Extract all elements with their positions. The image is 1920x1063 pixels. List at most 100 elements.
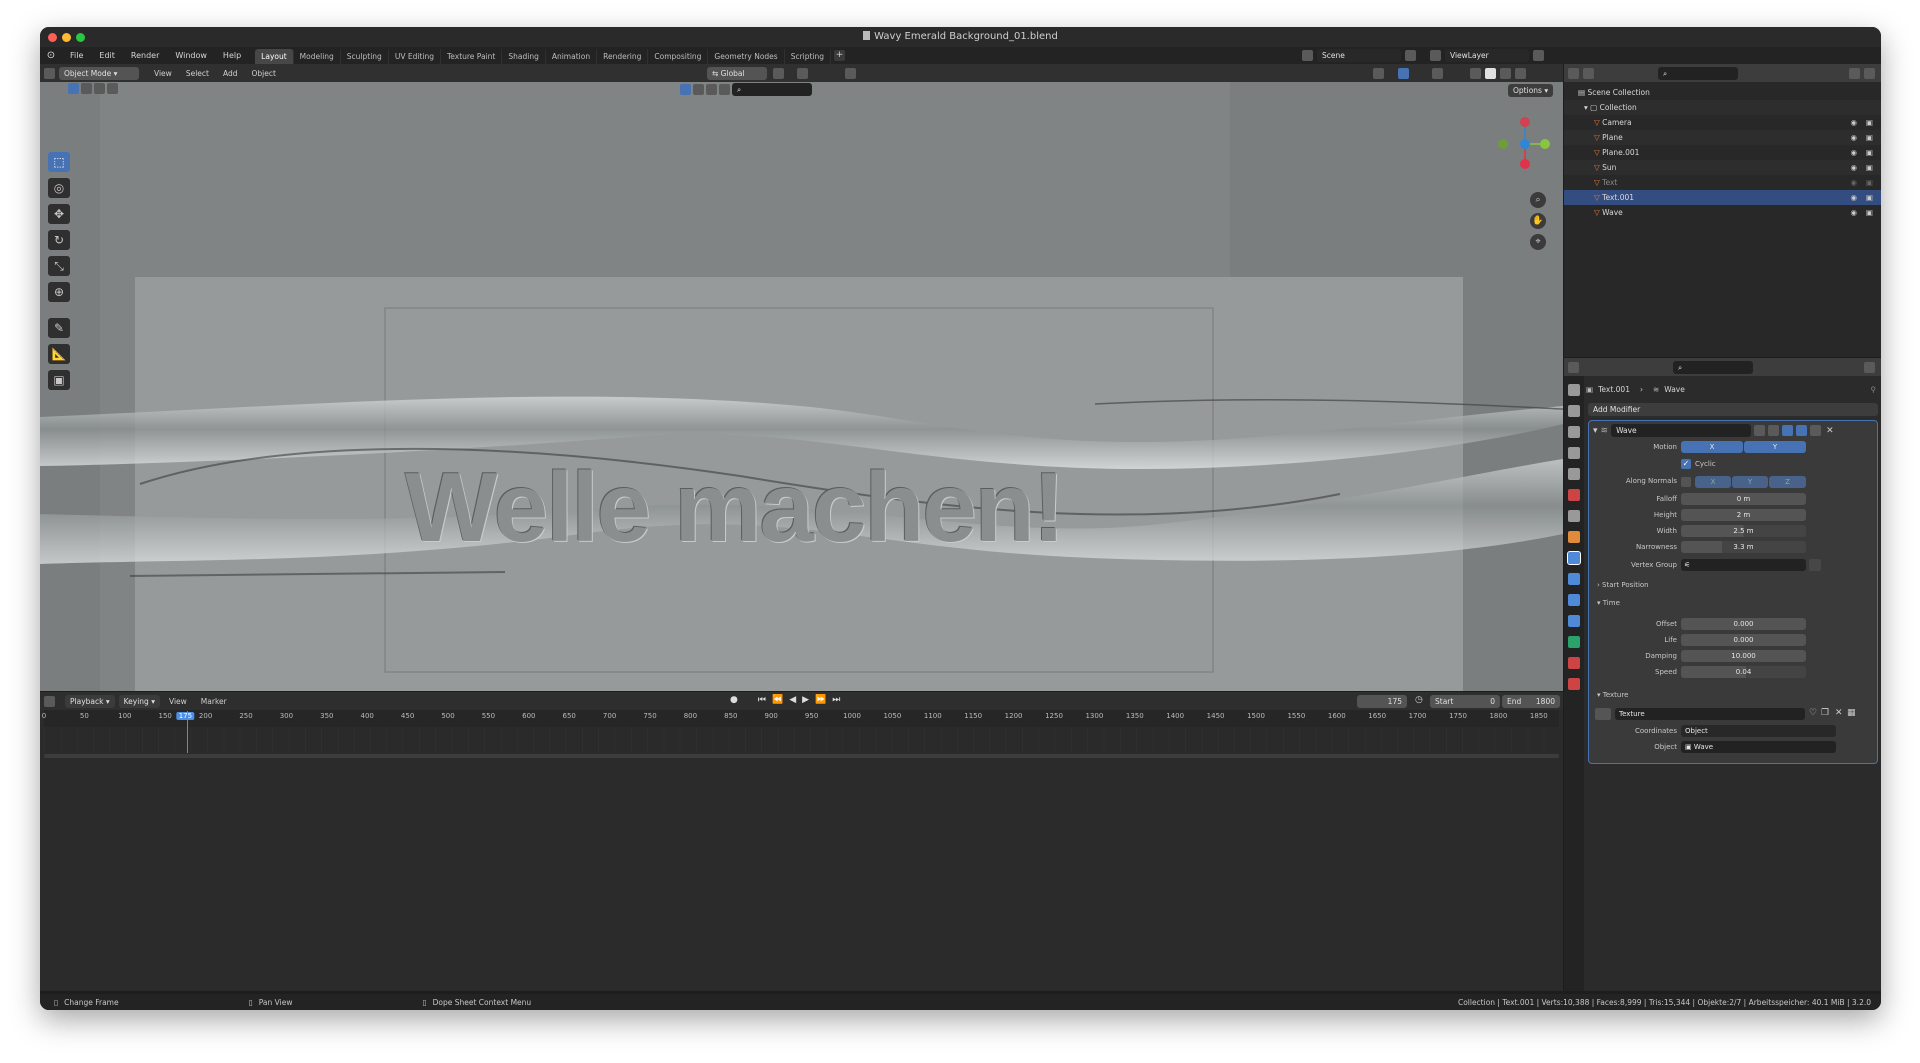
snap-icon[interactable] <box>797 68 808 79</box>
outliner-editor-icon[interactable] <box>1568 67 1579 79</box>
workspace-tab-modeling[interactable]: Modeling <box>294 49 341 64</box>
wireframe-shading-icon[interactable] <box>1470 68 1481 79</box>
display-mode-icon[interactable] <box>1583 67 1594 79</box>
show-render-icon[interactable] <box>1796 425 1808 436</box>
duplicate-texture-icon[interactable]: ❐ <box>1821 708 1829 718</box>
cyclic-checkbox[interactable]: ✓ <box>1681 459 1691 469</box>
speed-field[interactable]: 0.04 <box>1681 666 1806 678</box>
eye-icon[interactable]: ◉ <box>1850 190 1857 205</box>
modifier-tab-icon[interactable] <box>1567 551 1581 565</box>
zoom-window-button[interactable] <box>76 33 85 42</box>
workspace-tab-geometry-nodes[interactable]: Geometry Nodes <box>708 49 785 64</box>
workspace-tab-scripting[interactable]: Scripting <box>785 49 832 64</box>
viewport-menu-add[interactable]: Add <box>218 69 243 78</box>
next-keyframe-icon[interactable]: ⏩ <box>815 695 826 705</box>
outliner-item-plane-001[interactable]: ▽ Plane.001 ◉ ▣ <box>1564 145 1881 160</box>
render-camera-icon[interactable]: ▣ <box>1866 145 1873 160</box>
properties-options-icon[interactable] <box>1864 361 1875 373</box>
eye-icon[interactable]: ◉ <box>1850 160 1857 175</box>
width-field[interactable]: 2.5 m <box>1681 525 1806 537</box>
shading-filter-icon[interactable] <box>706 84 717 95</box>
playhead[interactable] <box>187 711 189 753</box>
cursor-icon[interactable]: ◎ <box>48 178 70 198</box>
jump-end-icon[interactable]: ⏭ <box>832 695 840 705</box>
orientation-selector[interactable]: ⇆ Global <box>707 67 767 80</box>
delete-modifier-icon[interactable]: ✕ <box>1826 426 1834 436</box>
texture-properties-icon[interactable]: ▦ <box>1847 708 1856 718</box>
offset-field[interactable]: 0.000 <box>1681 618 1806 630</box>
blender-logo-icon[interactable]: ⊙ <box>40 50 62 61</box>
current-frame-field[interactable]: 175 <box>1357 695 1407 708</box>
collection-tab-icon[interactable] <box>1568 510 1580 522</box>
collection-filter-icon[interactable] <box>719 84 730 95</box>
select-subtract-icon[interactable] <box>94 83 105 94</box>
dope-sheet-track[interactable] <box>44 727 1559 752</box>
viewport-menu-select[interactable]: Select <box>181 69 214 78</box>
play-icon[interactable]: ▶ <box>802 695 809 705</box>
end-frame-field[interactable]: End 1800 <box>1502 695 1560 708</box>
transform-icon[interactable]: ⊕ <box>48 282 70 302</box>
3d-text-object[interactable]: Welle machen! <box>405 457 1225 557</box>
outliner-item-wave[interactable]: ▽ Wave ◉ ▣ <box>1564 205 1881 220</box>
rotate-icon[interactable]: ↻ <box>48 230 70 250</box>
invert-vertex-group-icon[interactable] <box>1809 559 1821 571</box>
viewport-menu-view[interactable]: View <box>149 69 177 78</box>
menu-edit[interactable]: Edit <box>91 47 123 64</box>
on-cage-icon[interactable] <box>1768 425 1780 436</box>
collapse-icon[interactable]: ▾ <box>1593 426 1598 436</box>
motion-x-toggle[interactable]: X <box>1681 441 1743 453</box>
collection-row[interactable]: ▾ ▢ Collection <box>1564 100 1881 115</box>
jump-start-icon[interactable]: ⏮ <box>758 695 766 705</box>
prev-keyframe-icon[interactable]: ⏪ <box>772 695 783 705</box>
navigation-gizmo[interactable] <box>1495 112 1555 182</box>
mode-selector[interactable]: Object Mode ▾ <box>59 66 139 80</box>
narrowness-field[interactable]: 3.3 m <box>1681 541 1806 553</box>
outliner-item-sun[interactable]: ▽ Sun ◉ ▣ <box>1564 160 1881 175</box>
new-collection-icon[interactable] <box>1864 67 1875 79</box>
menu-help[interactable]: Help <box>215 47 249 64</box>
3d-viewport[interactable]: Welle machen! <box>40 64 1563 691</box>
scene-field[interactable]: Scene <box>1317 49 1401 62</box>
viewport-menu-object[interactable]: Object <box>246 69 280 78</box>
pan-hand-icon[interactable]: ✋ <box>1530 213 1546 229</box>
start-frame-field[interactable]: Start 0 <box>1430 695 1500 708</box>
workspace-tab-layout[interactable]: Layout <box>255 49 294 64</box>
move-icon[interactable]: ✥ <box>48 204 70 224</box>
render-camera-icon[interactable]: ▣ <box>1866 205 1873 220</box>
modifier-name-field[interactable]: Wave <box>1611 424 1752 437</box>
select-intersect-icon[interactable] <box>107 83 118 94</box>
object-tab-icon[interactable] <box>1568 531 1580 543</box>
solid-shading-icon[interactable] <box>1485 68 1496 79</box>
along-z-toggle[interactable]: Z <box>1769 476 1806 488</box>
physics-tab-icon[interactable] <box>1568 594 1580 606</box>
texture-section-row[interactable]: ▾ Texture <box>1597 691 1628 699</box>
eye-icon[interactable]: ◉ <box>1850 175 1857 190</box>
material-shading-icon[interactable] <box>1500 68 1511 79</box>
render-camera-icon[interactable]: ▣ <box>1866 190 1873 205</box>
unlink-texture-icon[interactable]: ✕ <box>1835 708 1843 718</box>
along-normals-checkbox[interactable] <box>1681 477 1691 487</box>
material-tab-icon[interactable] <box>1568 657 1580 669</box>
eye-icon[interactable]: ◉ <box>1850 145 1857 160</box>
menu-window[interactable]: Window <box>167 47 215 64</box>
height-field[interactable]: 2 m <box>1681 509 1806 521</box>
view-layer-tab-icon[interactable] <box>1568 447 1580 459</box>
outliner-item-camera[interactable]: ▽ Camera ◉ ▣ <box>1564 115 1881 130</box>
motion-y-toggle[interactable]: Y <box>1744 441 1806 453</box>
time-section-row[interactable]: ▾ Time <box>1597 599 1620 607</box>
outliner-item-text-001[interactable]: ▽ Text.001 ◉ ▣ <box>1564 190 1881 205</box>
eye-icon[interactable]: ◉ <box>1850 130 1857 145</box>
particles-tab-icon[interactable] <box>1568 573 1580 585</box>
workspace-tab-rendering[interactable]: Rendering <box>597 49 649 64</box>
workspace-tab-uv-editing[interactable]: UV Editing <box>389 49 441 64</box>
workspace-tab-sculpting[interactable]: Sculpting <box>341 49 389 64</box>
texture-name-field[interactable]: Texture <box>1615 708 1805 720</box>
editor-type-icon[interactable] <box>44 67 55 79</box>
world-tab-icon[interactable] <box>1568 489 1580 501</box>
play-reverse-icon[interactable]: ◀ <box>789 695 796 705</box>
texture-tab-icon[interactable] <box>1568 678 1580 690</box>
output-tab-icon[interactable] <box>1568 426 1580 438</box>
zoom-icon[interactable]: ⌕ <box>1530 192 1546 208</box>
tool-tab-icon[interactable] <box>1568 384 1580 396</box>
annotate-icon[interactable]: ✎ <box>48 318 70 338</box>
